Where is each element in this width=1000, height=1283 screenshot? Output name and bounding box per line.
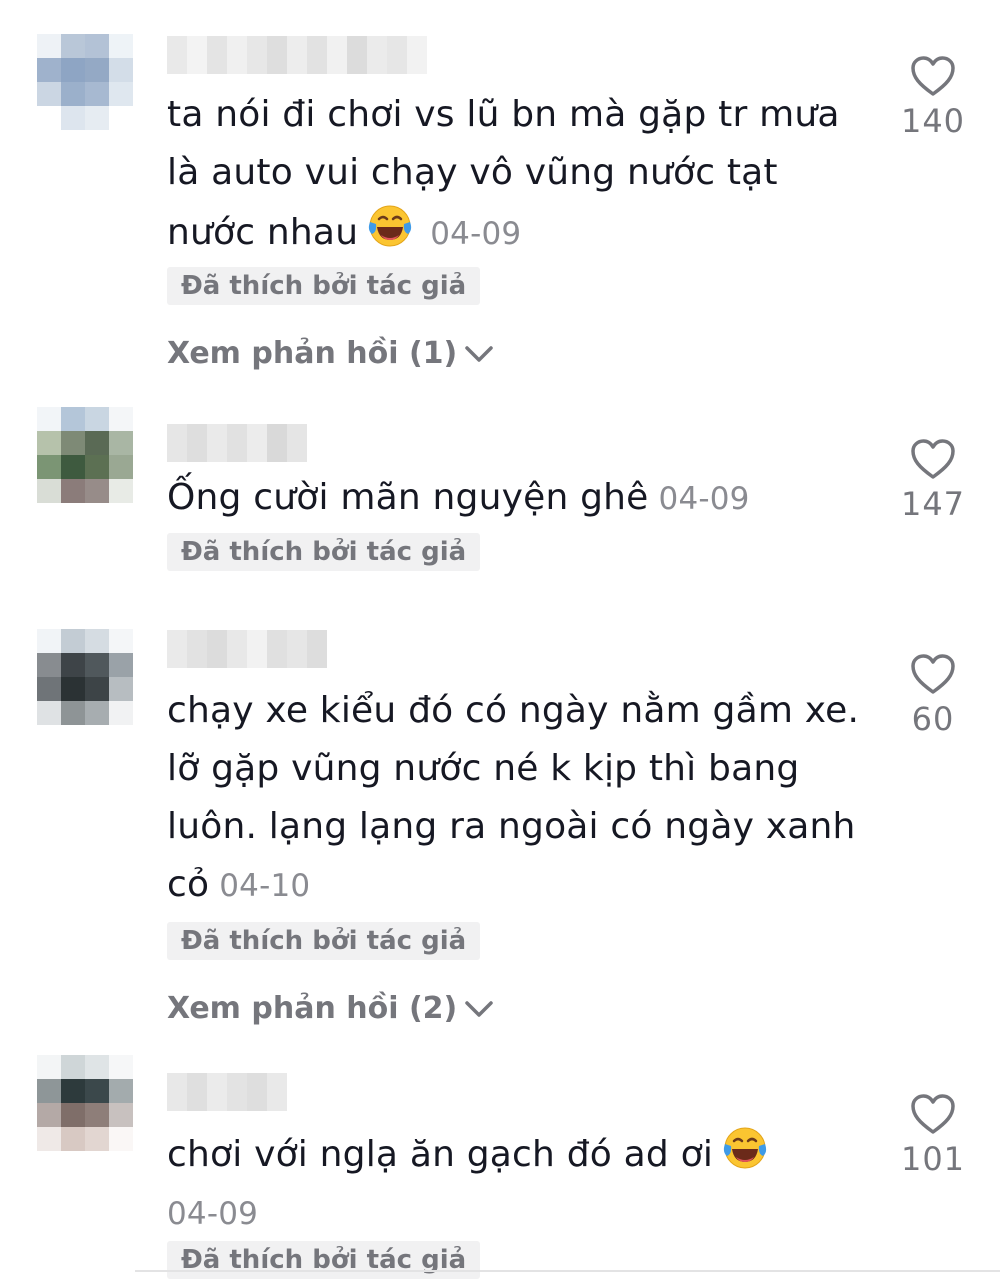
heart-outline-icon — [911, 654, 955, 694]
comment-text-line: 04-09 — [167, 1184, 867, 1243]
comment-text: ta nói đi chơi vs lũ bn mà gặp tr mưa là… — [167, 86, 867, 263]
liked-by-author-badge: Đã thích bởi tác giả — [167, 533, 481, 571]
comment-text-line: chạy xe kiểu đó có ngày nằm gầm xe. — [167, 690, 860, 731]
like-count: 140 — [900, 102, 966, 140]
comment-text-line: lỡ gặp vũng nước né k kịp thì bang — [167, 748, 800, 789]
heart-outline-icon — [911, 1094, 955, 1134]
comment-text-line: chơi với nglạ ăn gạch đó ad ơi — [167, 1124, 867, 1184]
comment-text-line: nước nhau — [167, 212, 359, 253]
view-replies-label: Xem phản hồi (1) — [167, 336, 458, 371]
like-button[interactable]: 140 — [890, 54, 976, 140]
comment-text-line: chơi với nglạ ăn gạch đó ad ơi — [167, 1134, 714, 1175]
chevron-down-icon — [465, 1001, 493, 1017]
username[interactable] — [167, 1073, 287, 1111]
comment-text-line: ta nói đi chơi vs lũ bn mà gặp tr mưa — [167, 94, 840, 135]
comment-text-line: Ống cười mãn nguyện ghê 04-09 — [167, 469, 867, 528]
like-count: 147 — [900, 485, 966, 523]
comment-text-line: cỏ — [167, 864, 210, 905]
liked-by-author-badge: Đã thích bởi tác giả — [167, 267, 481, 305]
liked-by-author-badge: Đã thích bởi tác giả — [167, 1241, 481, 1279]
view-replies-label: Xem phản hồi (2) — [167, 991, 458, 1026]
heart-outline-icon — [911, 56, 955, 96]
liked-by-author-badge: Đã thích bởi tác giả — [167, 922, 481, 960]
comment-text-line: cỏ 04-10 — [167, 856, 867, 915]
chevron-down-icon — [465, 346, 493, 362]
comment-text-line: là auto vui chạy vô vũng nước tạt — [167, 152, 778, 193]
like-button[interactable]: 60 — [890, 652, 976, 738]
comment-text-line: luôn. lạng lạng ra ngoài có ngày xanh — [167, 806, 856, 847]
like-count: 101 — [900, 1140, 966, 1178]
like-count: 60 — [911, 700, 955, 738]
comment-date: 04-09 — [658, 481, 750, 517]
comment-text: chơi với nglạ ăn gạch đó ad ơi 04-09 — [167, 1124, 867, 1243]
laughing-tears-emoji — [369, 205, 412, 247]
like-button[interactable]: 147 — [890, 437, 976, 523]
comment-text: Ống cười mãn nguyện ghê 04-09 — [167, 469, 867, 528]
comment-date: 04-09 — [430, 216, 522, 252]
comment-text: chạy xe kiểu đó có ngày nằm gầm xe. lỡ g… — [167, 682, 867, 915]
username[interactable] — [167, 630, 327, 668]
laughing-tears-emoji — [723, 1127, 767, 1169]
view-replies-button[interactable]: Xem phản hồi (1) — [167, 334, 495, 374]
view-replies-button[interactable]: Xem phản hồi (2) — [167, 989, 495, 1029]
username[interactable] — [167, 424, 307, 462]
like-button[interactable]: 101 — [890, 1092, 976, 1178]
avatar[interactable] — [37, 629, 133, 725]
comment-text-line: nước nhau 04-09 — [167, 202, 867, 263]
comment-date: 04-10 — [219, 868, 311, 904]
avatar[interactable] — [37, 407, 133, 503]
heart-outline-icon — [911, 439, 955, 479]
comment-text-line: Ống cười mãn nguyện ghê — [167, 477, 649, 518]
avatar[interactable] — [37, 1055, 133, 1151]
username[interactable] — [167, 36, 427, 74]
avatar[interactable] — [37, 34, 133, 130]
comment-date: 04-09 — [167, 1196, 259, 1232]
divider — [135, 1270, 1000, 1272]
